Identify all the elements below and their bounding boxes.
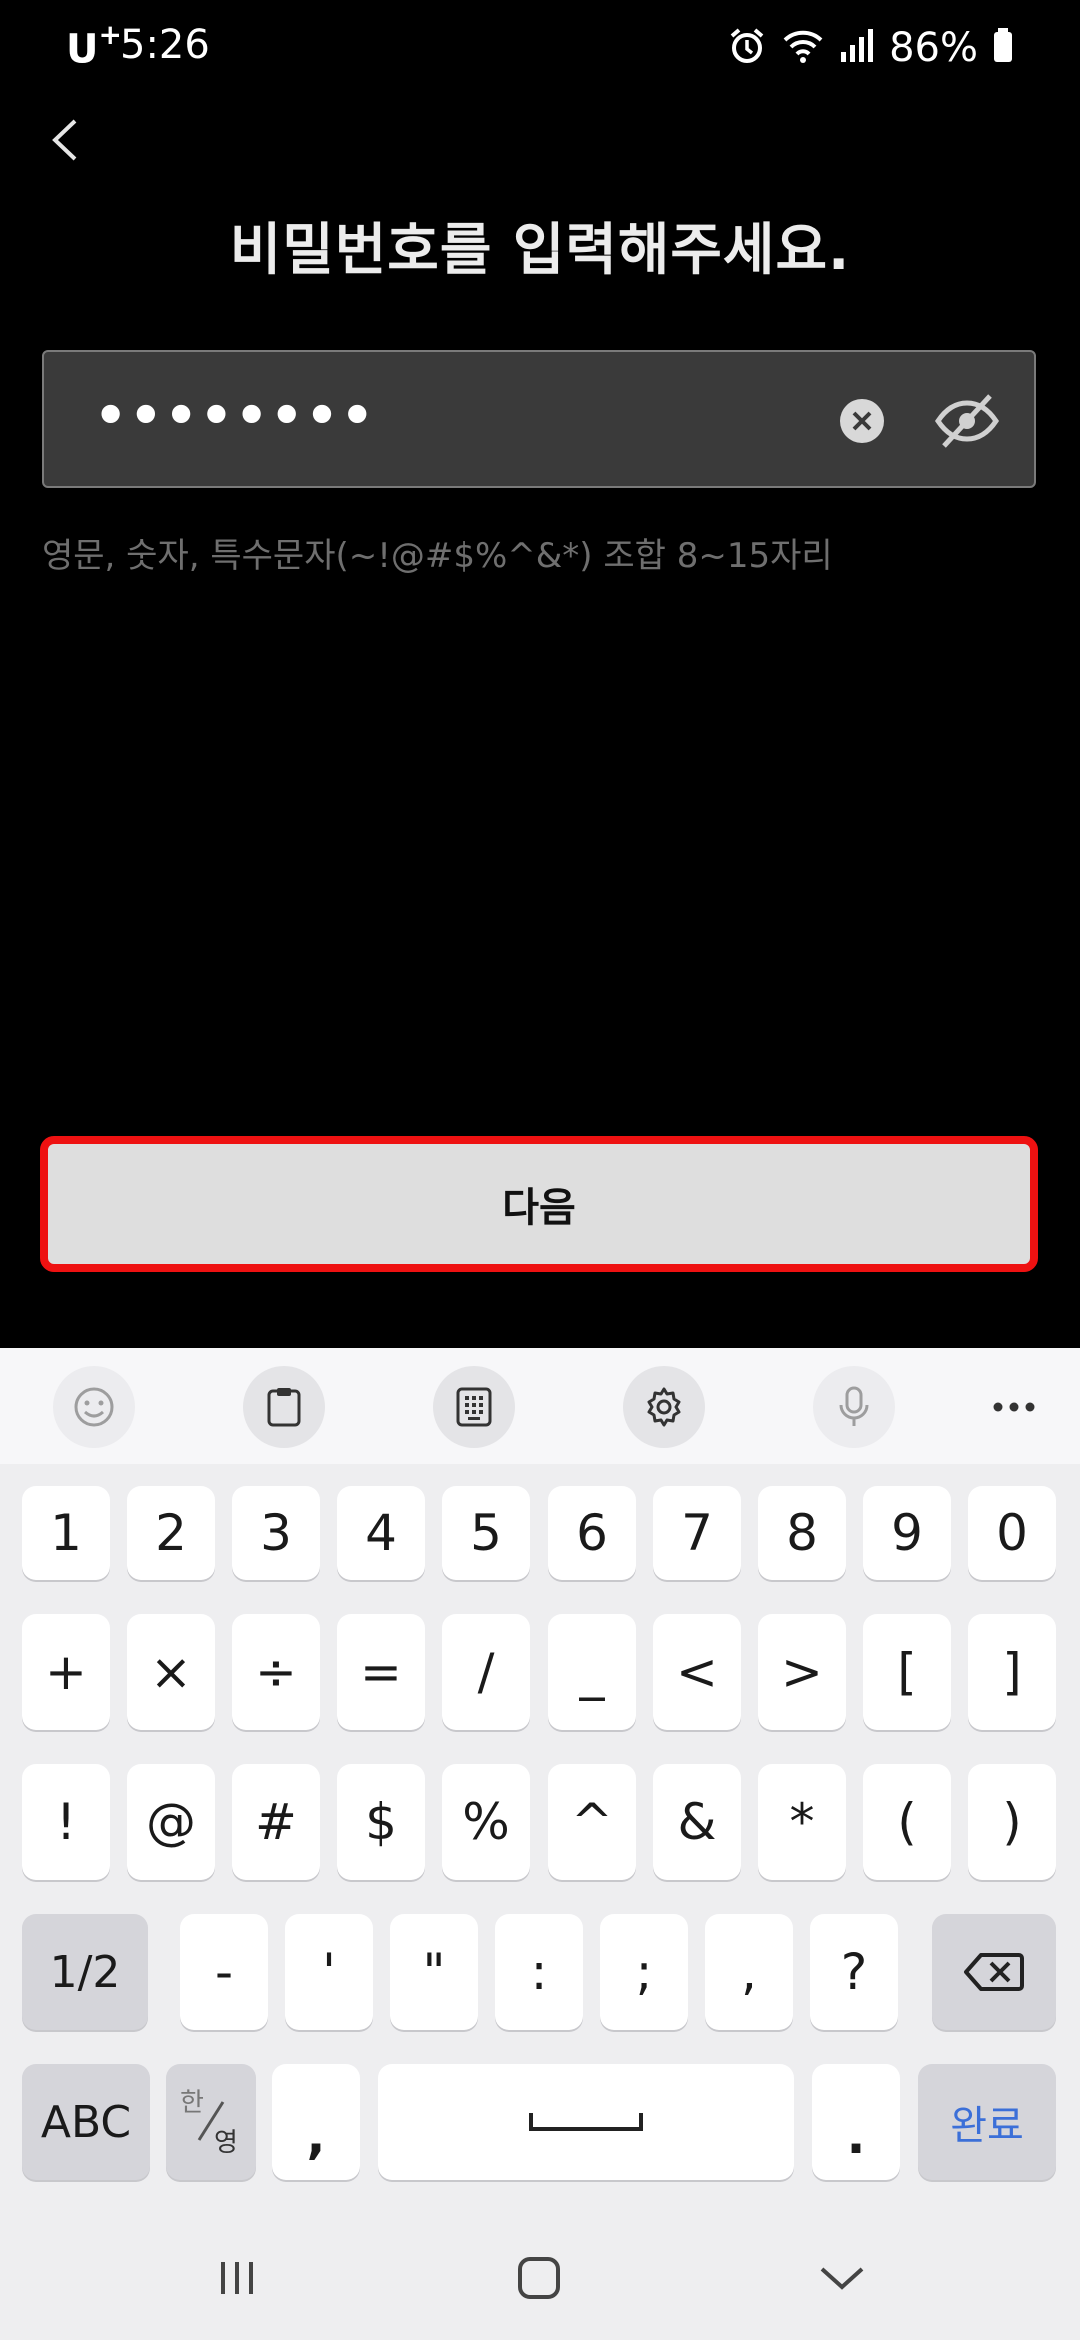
page-title: 비밀번호를 입력해주세요. [229,218,851,283]
clear-circle-icon [840,399,884,443]
key-equals[interactable]: = [337,1614,425,1730]
home-button[interactable] [499,2238,579,2318]
password-hint: 영문, 숫자, 특수문자(~!@#$%^&*) 조합 8~15자리 [42,536,833,576]
keypad-button[interactable] [433,1366,515,1448]
key-5[interactable]: 5 [442,1486,530,1580]
key-left-bracket[interactable]: [ [863,1614,951,1730]
key-at[interactable]: @ [127,1764,215,1880]
key-asterisk[interactable]: * [758,1764,846,1880]
key-hyphen[interactable]: - [180,1914,268,2030]
key-multiply[interactable]: × [127,1614,215,1730]
keyboard: 1 2 3 4 5 6 7 8 9 0 + × ÷ = / _ < > [ ] … [0,1348,1080,2340]
microphone-icon [839,1386,869,1426]
recent-apps-button[interactable] [197,2238,277,2318]
done-key[interactable]: 완료 [918,2064,1056,2180]
key-colon[interactable]: : [495,1914,583,2030]
key-3[interactable]: 3 [232,1486,320,1580]
back-button[interactable] [30,105,100,175]
password-input[interactable]: •••••••• [42,350,1036,488]
key-7[interactable]: 7 [653,1486,741,1580]
key-right-bracket[interactable]: ] [968,1614,1056,1730]
key-dollar[interactable]: $ [337,1764,425,1880]
key-4[interactable]: 4 [337,1486,425,1580]
key-9[interactable]: 9 [863,1486,951,1580]
key-comma-symbol[interactable]: , [705,1914,793,2030]
period-label: . [846,2107,866,2165]
comma-label: , [306,2107,326,2165]
page-toggle-label: 1/2 [49,1946,121,1998]
gear-icon [647,1387,681,1427]
abc-key-label: ABC [40,2096,132,2148]
alarm-icon [727,26,767,70]
key-comma[interactable]: , [272,2064,360,2180]
language-toggle-key[interactable]: 한 영 [166,2064,256,2180]
key-symbol-page-toggle[interactable]: 1/2 [22,1914,148,2030]
key-8[interactable]: 8 [758,1486,846,1580]
clear-input-button[interactable] [839,398,885,444]
key-ampersand[interactable]: & [653,1764,741,1880]
key-hash[interactable]: # [232,1764,320,1880]
wifi-icon [781,26,825,70]
eye-off-icon [934,394,1000,448]
key-2[interactable]: 2 [127,1486,215,1580]
emoji-button[interactable] [53,1366,135,1448]
more-horizontal-icon [993,1402,1035,1412]
toggle-visibility-button[interactable] [932,386,1002,456]
clipboard-icon [267,1388,301,1427]
settings-button[interactable] [623,1366,705,1448]
key-right-paren[interactable]: ) [968,1764,1056,1880]
key-less-than[interactable]: < [653,1614,741,1730]
home-icon [518,2257,560,2299]
key-percent[interactable]: % [442,1764,530,1880]
next-button-label: 다음 [502,1185,576,1231]
chevron-down-icon [820,2267,864,2290]
navigation-bar [0,2212,1080,2340]
space-key[interactable] [378,2064,794,2180]
signal-icon [839,26,875,70]
key-slash[interactable]: / [442,1614,530,1730]
key-left-paren[interactable]: ( [863,1764,951,1880]
status-icons: 86% [727,24,1014,72]
key-semicolon[interactable]: ; [600,1914,688,2030]
key-0[interactable]: 0 [968,1486,1056,1580]
key-underscore[interactable]: _ [548,1614,636,1730]
next-button[interactable]: 다음 [40,1136,1038,1272]
key-double-quote[interactable]: " [390,1914,478,2030]
backspace-key[interactable] [932,1914,1056,2030]
recent-apps-icon [221,2262,253,2294]
battery-icon [992,26,1014,70]
carrier-label: U+ [66,18,122,73]
keyboard-toolbar [0,1348,1080,1464]
chevron-left-icon [52,119,77,161]
key-question[interactable]: ? [810,1914,898,2030]
key-6[interactable]: 6 [548,1486,636,1580]
hide-keyboard-button[interactable] [802,2238,882,2318]
key-apostrophe[interactable]: ' [285,1914,373,2030]
status-time: 5:26 [120,22,210,68]
key-plus[interactable]: + [22,1614,110,1730]
lang-bottom-label: 영 [214,2128,238,2158]
key-period[interactable]: . [812,2064,900,2180]
abc-key[interactable]: ABC [22,2064,150,2180]
status-bar: U+ 5:26 86% [0,0,1080,100]
space-bar-icon [529,2113,643,2131]
key-caret[interactable]: ^ [548,1764,636,1880]
voice-input-button[interactable] [813,1366,895,1448]
key-1[interactable]: 1 [22,1486,110,1580]
done-key-label: 완료 [950,2103,1024,2149]
password-masked-value: •••••••• [94,386,376,446]
emoji-icon [74,1387,114,1427]
backspace-icon [964,1953,1024,1991]
clipboard-button[interactable] [243,1366,325,1448]
key-exclamation[interactable]: ! [22,1764,110,1880]
battery-percent: 86% [889,25,978,71]
keypad-icon [456,1387,492,1427]
key-greater-than[interactable]: > [758,1614,846,1730]
more-options-button[interactable] [973,1366,1055,1448]
key-divide[interactable]: ÷ [232,1614,320,1730]
